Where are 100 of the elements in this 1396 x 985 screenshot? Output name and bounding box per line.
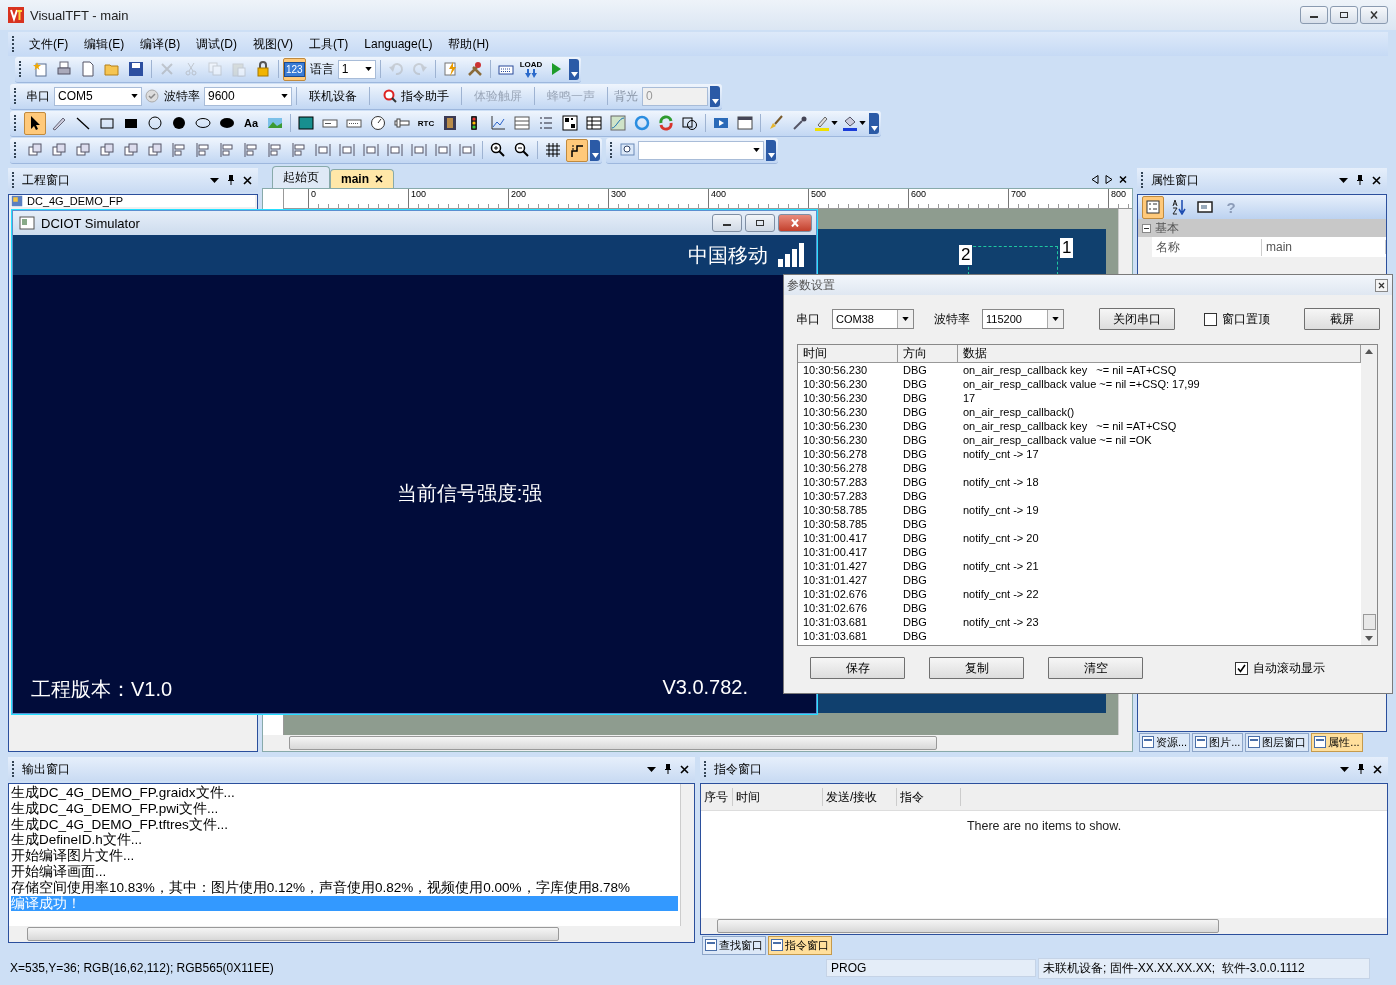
close-icon[interactable]: [1373, 764, 1382, 774]
dropdown-icon[interactable]: [647, 766, 656, 772]
minimize-button[interactable]: [1300, 6, 1328, 24]
horizontal-scrollbar[interactable]: [263, 735, 1132, 751]
scroll-right-icon[interactable]: [1105, 175, 1113, 184]
menu-item[interactable]: 编辑(E): [77, 33, 132, 55]
close-button[interactable]: [778, 214, 812, 232]
column-header[interactable]: 发送/接收: [823, 788, 897, 806]
panel-tab[interactable]: 图层窗口: [1245, 732, 1310, 752]
tree-item[interactable]: DC_4G_DEMO_FP: [11, 195, 255, 207]
grip-handle[interactable]: [14, 115, 18, 131]
toolbar-overflow-button[interactable]: [590, 139, 600, 161]
scroll-down-icon[interactable]: [1365, 636, 1373, 641]
number-toggle-button[interactable]: 123: [283, 57, 306, 81]
close-icon[interactable]: [1375, 278, 1388, 292]
property-group[interactable]: 基本: [1138, 219, 1386, 237]
ellipse-icon: [195, 115, 211, 131]
menu-item[interactable]: 文件(F): [22, 33, 76, 55]
grip-handle[interactable]: [14, 142, 18, 158]
pin-checkbox[interactable]: 窗口置顶: [1204, 310, 1270, 328]
editor-tab[interactable]: 起始页: [272, 166, 330, 188]
vertical-scrollbar[interactable]: [1361, 345, 1377, 645]
toolbar-overflow-button[interactable]: [869, 112, 879, 134]
grip-handle[interactable]: [704, 761, 708, 777]
close-icon[interactable]: [1119, 175, 1127, 184]
panel-title: 属性窗口: [1150, 171, 1200, 189]
toolbar-button[interactable]: [566, 138, 588, 162]
close-icon[interactable]: [680, 764, 689, 774]
scroll-left-icon[interactable]: [1091, 175, 1099, 184]
column-header[interactable]: 指令: [897, 788, 961, 806]
close-button[interactable]: [1360, 6, 1388, 24]
toolbar-overflow-button[interactable]: [710, 85, 720, 107]
baud-dropdown[interactable]: 9600: [204, 86, 292, 106]
pin-icon[interactable]: [1356, 174, 1364, 186]
close-icon[interactable]: [1372, 175, 1381, 185]
pin-icon[interactable]: [1357, 763, 1365, 775]
ring-icon: [634, 115, 650, 131]
horizontal-scrollbar[interactable]: [701, 918, 1387, 934]
column-header[interactable]: 时间: [733, 788, 823, 806]
port-dropdown[interactable]: COM38: [832, 309, 914, 329]
scroll-up-icon[interactable]: [1365, 349, 1373, 354]
toolbar-button[interactable]: [24, 111, 46, 135]
direction-cell-text: DBG: [902, 503, 928, 517]
toolbar-button[interactable]: 指令助手: [374, 85, 457, 107]
column-header[interactable]: 时间: [798, 345, 898, 362]
toolbar-button[interactable]: LOAD: [518, 57, 544, 81]
port-label: 串口: [796, 310, 820, 328]
restore-button[interactable]: [745, 214, 775, 232]
dialog-button[interactable]: 清空: [1048, 657, 1143, 679]
toolbar-button[interactable]: 联机设备: [301, 85, 365, 107]
toolbar-overflow-button[interactable]: [569, 58, 580, 80]
grip-handle[interactable]: [14, 88, 18, 104]
menu-item[interactable]: 编译(B): [133, 33, 188, 55]
panel-tab[interactable]: 指令窗口: [768, 935, 832, 955]
grip-handle[interactable]: [12, 36, 16, 52]
menu-item[interactable]: Language(L): [357, 35, 440, 53]
output-line: 生成DC_4G_DEMO_FP.graidx文件...: [11, 785, 236, 801]
close-port-button[interactable]: 关闭串口: [1099, 308, 1175, 330]
editor-tab[interactable]: main: [330, 169, 394, 188]
restore-button[interactable]: [1330, 6, 1358, 24]
grip-handle[interactable]: [610, 142, 614, 158]
dialog-button[interactable]: 复制: [929, 657, 1024, 679]
menu-item[interactable]: 工具(T): [302, 33, 356, 55]
dropdown-icon[interactable]: [210, 177, 219, 183]
time-cell-text: 10:30:56.230: [802, 433, 869, 447]
screenshot-button[interactable]: 截屏: [1304, 308, 1380, 330]
pin-icon[interactable]: [664, 763, 672, 775]
scroll-thumb[interactable]: [1362, 614, 1376, 630]
port-dropdown[interactable]: COM5: [54, 86, 142, 106]
grip-handle[interactable]: [19, 61, 23, 77]
panel-tab[interactable]: 属性...: [1311, 732, 1363, 752]
horizontal-scrollbar[interactable]: [9, 926, 694, 942]
menu-item[interactable]: 帮助(H): [441, 33, 497, 55]
panel-tab[interactable]: 图片...: [1192, 732, 1244, 752]
panel-tab[interactable]: 资源...: [1139, 732, 1191, 752]
pin-icon[interactable]: [227, 174, 235, 186]
grip-handle[interactable]: [12, 172, 16, 188]
dropdown-icon[interactable]: [1339, 177, 1348, 183]
grip-handle[interactable]: [12, 761, 16, 777]
dialog-button[interactable]: 保存: [810, 657, 905, 679]
search-icon[interactable]: [620, 142, 636, 158]
column-header[interactable]: 序号: [701, 788, 733, 806]
brush-icon: [768, 115, 784, 131]
baud-dropdown[interactable]: 115200: [982, 309, 1064, 329]
grip-handle[interactable]: [1141, 172, 1145, 188]
toolbar-button[interactable]: RTC: [415, 111, 437, 135]
menu-item[interactable]: 视图(V): [246, 33, 300, 55]
vertical-scrollbar[interactable]: [680, 784, 694, 926]
minimize-button[interactable]: [712, 214, 742, 232]
property-value[interactable]: main: [1262, 240, 1386, 254]
language-dropdown[interactable]: 1: [337, 59, 376, 79]
toolbar-button[interactable]: Aa: [240, 111, 262, 135]
window-title: VisualTFT - main: [30, 7, 130, 23]
toolbar-overflow-button[interactable]: [766, 139, 776, 161]
panel-tab[interactable]: 查找窗口: [702, 935, 766, 955]
dropdown-icon[interactable]: [1340, 766, 1349, 772]
column-header[interactable]: 方向: [898, 345, 958, 362]
menu-item[interactable]: 调试(D): [189, 33, 244, 55]
close-icon[interactable]: [243, 175, 252, 185]
autoscroll-checkbox[interactable]: 自动滚动显示: [1235, 659, 1325, 677]
